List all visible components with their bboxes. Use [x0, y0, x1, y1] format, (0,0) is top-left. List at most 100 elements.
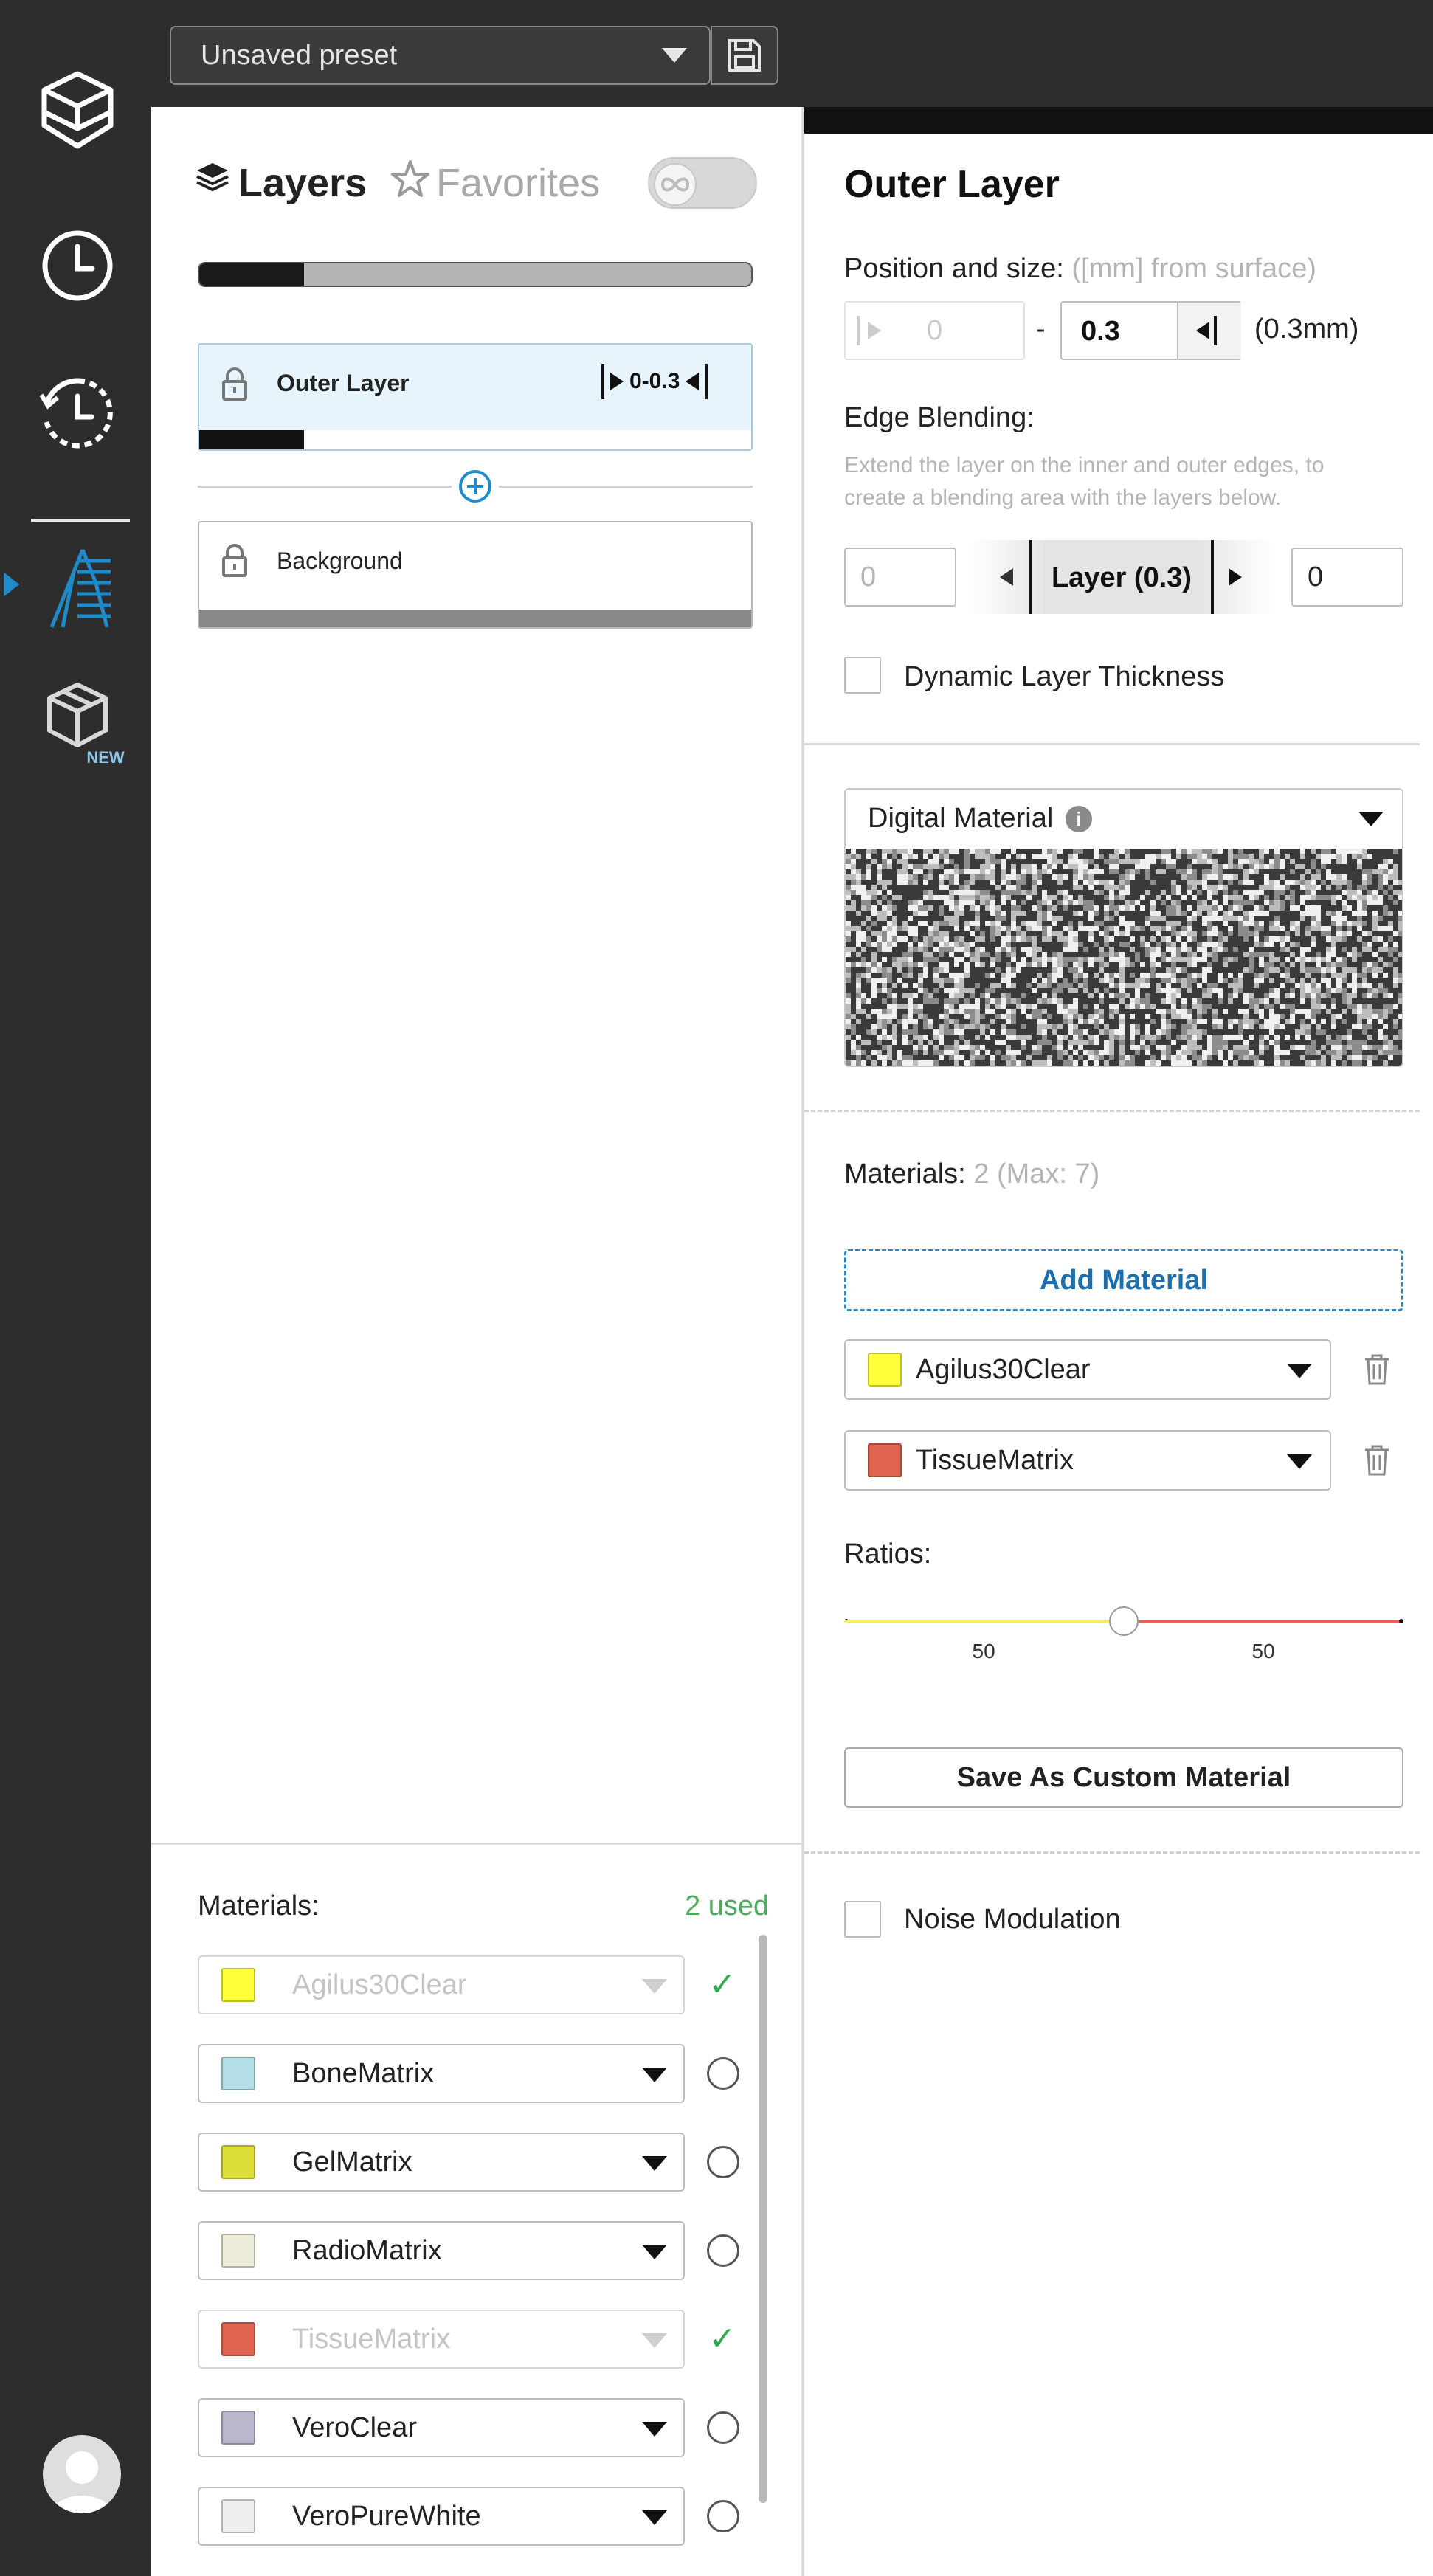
chevron-down-icon	[642, 2333, 667, 2348]
cube-icon[interactable]	[30, 63, 125, 159]
star-icon	[390, 159, 431, 200]
position-to-input[interactable]: 0.3	[1060, 301, 1241, 360]
trash-icon[interactable]	[1362, 1443, 1392, 1477]
digital-material-label: Digital Material	[868, 803, 1054, 834]
layers-figure-icon[interactable]	[30, 539, 125, 635]
save-custom-material-button[interactable]: Save As Custom Material	[844, 1747, 1403, 1808]
digital-material-dropdown[interactable]: Digital Material i	[846, 790, 1402, 849]
material-name: GelMatrix	[292, 2147, 412, 2178]
material-select-radio[interactable]	[707, 2146, 739, 2178]
toggle-knob	[654, 163, 697, 206]
material-name: TissueMatrix	[292, 2324, 450, 2355]
chevron-down-icon	[642, 2245, 667, 2259]
properties-header-bar	[804, 107, 1433, 134]
material-swatch	[221, 1968, 255, 2002]
material-select-radio[interactable]	[707, 2057, 739, 2090]
chevron-down-icon	[642, 1979, 667, 1994]
chevron-down-icon	[642, 2510, 667, 2525]
layer-item-progress	[199, 430, 751, 449]
layer-item-strip	[199, 610, 751, 627]
avatar[interactable]	[43, 2435, 121, 2513]
materials-panel-label: Materials:	[198, 1890, 320, 1921]
range-start-icon	[610, 373, 624, 390]
material-noise-preview	[846, 849, 1402, 1066]
materials-label: Materials: 2 (Max: 7)	[844, 1158, 1100, 1189]
edge-outer-input[interactable]: 0	[1291, 548, 1403, 607]
history-icon[interactable]	[30, 365, 125, 461]
material-dropdown[interactable]: RadioMatrix	[198, 2221, 685, 2280]
add-layer-icon[interactable]	[457, 469, 493, 504]
range-end-button[interactable]	[1177, 303, 1241, 359]
new-badge: NEW	[85, 748, 126, 767]
chevron-down-icon	[642, 2156, 667, 2171]
trash-icon[interactable]	[1362, 1353, 1392, 1387]
position-label: Position and size: ([mm] from surface)	[844, 253, 1316, 284]
info-icon[interactable]: i	[1066, 806, 1092, 832]
range-start-icon	[868, 322, 881, 339]
tab-favorites[interactable]: Favorites	[436, 161, 600, 205]
material-name: Agilus30Clear	[292, 1969, 467, 2000]
size-note: (0.3mm)	[1254, 314, 1359, 345]
edge-blending-control[interactable]: Layer (0.3)	[970, 540, 1273, 614]
ratio-track-a	[844, 1620, 1124, 1623]
materials-count: 2 (Max: 7)	[973, 1158, 1100, 1189]
edge-blending-label: Edge Blending:	[844, 402, 1035, 433]
add-divider-right	[499, 486, 753, 488]
material-dropdown[interactable]: VeroPureWhite	[198, 2487, 685, 2546]
selected-material-dropdown[interactable]: TissueMatrix	[844, 1430, 1331, 1491]
material-select-radio[interactable]	[707, 2500, 739, 2532]
layer-range-control[interactable]: 0-0.3	[601, 359, 734, 404]
lock-icon	[220, 367, 249, 402]
position-from-input[interactable]: 0	[844, 301, 1025, 360]
dynamic-thickness-checkbox[interactable]	[844, 657, 881, 694]
tab-layers[interactable]: Layers	[238, 161, 367, 205]
material-name: BoneMatrix	[292, 2058, 435, 2089]
to-value: 0.3	[1081, 316, 1120, 347]
chevron-down-icon	[1358, 812, 1384, 826]
dashed-divider	[804, 1110, 1420, 1112]
material-swatch	[221, 2234, 255, 2268]
clock-icon[interactable]	[30, 218, 125, 314]
material-swatch	[221, 2499, 255, 2533]
dashed-divider	[804, 1851, 1420, 1854]
material-name: VeroClear	[292, 2412, 417, 2443]
material-dropdown[interactable]: TissueMatrix	[198, 2310, 685, 2369]
add-divider-left	[198, 486, 452, 488]
material-dropdown[interactable]: BoneMatrix	[198, 2044, 685, 2103]
material-swatch	[221, 2322, 255, 2356]
layer-item-outer[interactable]: Outer Layer 0-0.3	[198, 343, 753, 451]
dynamic-thickness-label: Dynamic Layer Thickness	[904, 661, 1225, 692]
layer-item-background[interactable]: Background	[198, 521, 753, 629]
materials-scrollbar[interactable]	[759, 1935, 767, 2503]
add-material-button[interactable]: Add Material	[844, 1249, 1403, 1311]
edge-left-arrow-icon[interactable]	[1000, 568, 1013, 586]
material-select-radio[interactable]	[707, 2234, 739, 2267]
chevron-down-icon	[642, 2068, 667, 2082]
selected-material-dropdown[interactable]: Agilus30Clear	[844, 1339, 1331, 1400]
material-select-radio[interactable]	[707, 2411, 739, 2444]
edge-center-label: Layer (0.3)	[1051, 562, 1192, 593]
material-name: Agilus30Clear	[916, 1354, 1091, 1385]
active-indicator	[4, 573, 19, 596]
material-dropdown[interactable]: GelMatrix	[198, 2133, 685, 2192]
chevron-down-icon	[642, 2422, 667, 2437]
lock-icon	[220, 543, 249, 579]
ratio-slider[interactable]: 50 50	[844, 1601, 1403, 1675]
material-dropdown[interactable]: VeroClear	[198, 2398, 685, 2457]
save-preset-button[interactable]	[711, 26, 778, 85]
check-icon[interactable]: ✓	[707, 2323, 738, 2355]
layer-name: Outer Layer	[277, 370, 410, 396]
check-icon[interactable]: ✓	[707, 1969, 738, 2001]
edge-right-arrow-icon[interactable]	[1229, 568, 1242, 586]
chevron-down-icon	[1287, 1364, 1312, 1378]
link-toggle[interactable]	[648, 157, 757, 209]
layers-icon	[194, 159, 231, 196]
ratio-slider-handle[interactable]	[1109, 1606, 1139, 1636]
noise-modulation-label: Noise Modulation	[904, 1904, 1121, 1935]
noise-modulation-checkbox[interactable]	[844, 1901, 881, 1938]
edge-inner-input[interactable]: 0	[844, 548, 956, 607]
material-dropdown[interactable]: Agilus30Clear	[198, 1955, 685, 2014]
material-swatch	[868, 1443, 902, 1477]
preset-dropdown[interactable]: Unsaved preset	[170, 26, 711, 85]
digital-material-card[interactable]: Digital Material i	[844, 788, 1403, 1067]
